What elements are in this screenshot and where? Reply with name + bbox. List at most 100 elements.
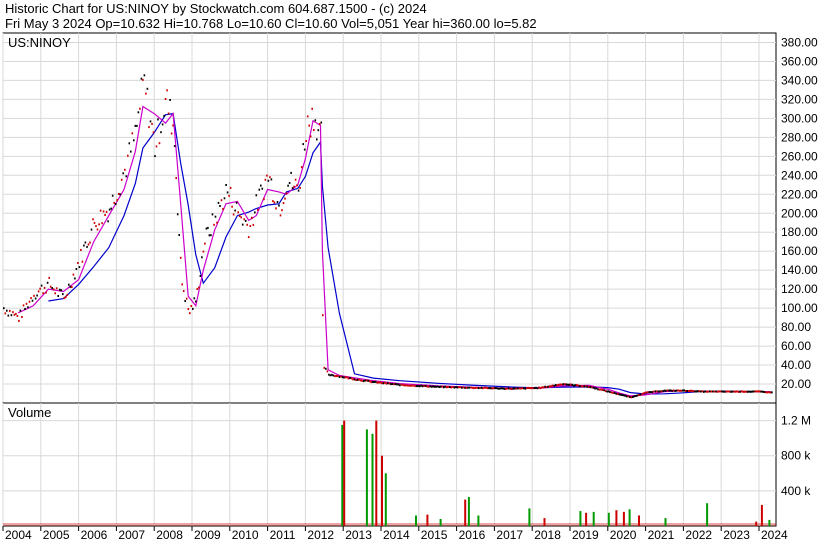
price-mark [210, 234, 212, 237]
price-mark [240, 216, 242, 219]
price-mark [494, 387, 496, 390]
price-mark [464, 386, 466, 389]
price-mark [700, 390, 702, 393]
price-mark [418, 385, 421, 388]
price-mark [518, 387, 521, 390]
price-tick-label: 340.00 [781, 73, 818, 87]
price-mark [597, 388, 599, 391]
volume-panel-title: Volume [8, 405, 51, 420]
price-mark [178, 234, 180, 236]
price-mark [133, 139, 135, 142]
price-mark [625, 395, 628, 398]
price-mark [610, 391, 613, 394]
volume-bar [341, 425, 344, 526]
price-mark [704, 390, 707, 393]
price-mark [728, 390, 731, 393]
price-mark [205, 227, 208, 230]
price-mark [196, 288, 199, 290]
price-mark [229, 186, 232, 189]
price-mark [319, 123, 321, 125]
price-mark [433, 385, 436, 388]
price-mark [465, 386, 468, 389]
price-mark [681, 389, 684, 392]
price-mark [385, 382, 388, 385]
price-mark [533, 387, 536, 390]
price-mark [529, 387, 531, 390]
price-mark [760, 390, 763, 393]
price-mark [740, 390, 743, 393]
volume-bar [622, 511, 625, 526]
price-mark [157, 118, 159, 121]
price-mark [208, 234, 211, 237]
price-mark [19, 309, 22, 312]
price-mark [3, 307, 5, 310]
price-mark [695, 390, 698, 393]
price-mark [243, 218, 245, 221]
price-mark [517, 387, 519, 390]
price-mark [114, 203, 117, 205]
price-mark [449, 386, 451, 388]
price-mark [535, 386, 537, 389]
price-mark [397, 383, 400, 386]
volume-bar [615, 510, 618, 526]
price-mark [474, 386, 477, 389]
price-mark [142, 78, 144, 81]
price-mark [313, 129, 315, 131]
price-mark [382, 382, 385, 385]
volume-bar [426, 514, 429, 526]
price-mark [746, 390, 749, 393]
price-mark [367, 379, 369, 382]
price-mark [51, 287, 53, 290]
price-mark [629, 395, 631, 398]
price-mark [36, 294, 38, 297]
price-mark [471, 386, 474, 389]
price-mark [193, 297, 196, 300]
price-mark [737, 390, 740, 393]
volume-bar [415, 515, 417, 526]
price-mark [62, 293, 64, 296]
price-mark [601, 388, 604, 391]
year-tick-label: 2008 [156, 528, 183, 542]
price-mark [127, 154, 129, 157]
price-mark [727, 390, 729, 393]
price-mark [630, 396, 633, 399]
price-mark [508, 387, 510, 390]
price-mark [145, 92, 147, 95]
price-mark [12, 311, 14, 314]
price-mark [394, 383, 397, 386]
price-mark [139, 107, 141, 110]
price-mark [532, 387, 534, 390]
price-mark [228, 194, 230, 197]
price-mark [477, 387, 480, 390]
price-mark [328, 373, 330, 376]
volume-bar [664, 518, 667, 526]
price-mark [730, 390, 732, 393]
price-mark [358, 378, 360, 381]
volume-bar [477, 515, 480, 526]
price-mark [362, 380, 365, 383]
price-mark [33, 294, 35, 297]
price-mark [40, 284, 43, 287]
price-mark [331, 373, 333, 376]
price-mark [498, 387, 501, 390]
price-mark [567, 383, 569, 386]
price-mark [337, 375, 339, 377]
price-panel-symbol: US:NINOY [8, 35, 71, 50]
price-mark [563, 383, 566, 386]
volume-tick-label: 800 k [781, 449, 811, 463]
price-mark [27, 306, 29, 309]
volume-bar [343, 420, 346, 526]
price-mark [731, 390, 734, 393]
price-mark [402, 384, 404, 387]
price-tick-label: 380.00 [781, 35, 818, 49]
price-mark [771, 391, 773, 394]
price-mark [677, 389, 679, 392]
price-mark [491, 387, 493, 390]
price-mark [306, 115, 309, 118]
price-mark [492, 387, 495, 390]
price-mark [201, 256, 203, 259]
volume-bar [638, 515, 640, 526]
price-mark [660, 390, 663, 393]
price-mark [400, 383, 403, 386]
price-mark [184, 300, 186, 302]
